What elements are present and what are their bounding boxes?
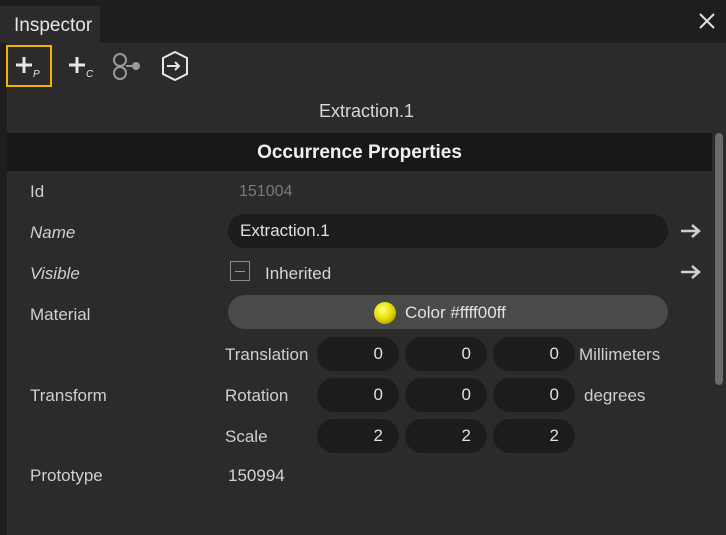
material-label: Material: [30, 305, 91, 324]
material-button[interactable]: Color #ffff00ff: [228, 295, 668, 329]
id-label: Id: [30, 182, 45, 201]
visible-checkbox[interactable]: [230, 261, 250, 281]
add-component-icon: C: [69, 57, 94, 80]
prototype-value: 150994: [228, 466, 285, 485]
translation-y-field[interactable]: 0: [405, 337, 487, 371]
name-field[interactable]: Extraction.1: [228, 214, 668, 248]
material-swatch-icon: [374, 302, 396, 324]
scale-y-field[interactable]: 2: [405, 419, 487, 453]
rotation-label: Rotation: [225, 386, 289, 405]
toolbar: P C: [6, 43, 726, 91]
name-arrow-icon[interactable]: [679, 221, 703, 241]
tab-inspector[interactable]: Inspector: [0, 6, 100, 43]
rotation-unit: degrees: [584, 386, 646, 405]
scrollbar[interactable]: [712, 131, 726, 535]
add-property-button[interactable]: P: [6, 45, 52, 87]
close-icon[interactable]: [694, 8, 720, 34]
inspector-panel: P C Extraction.1 Occurrence Properties I…: [6, 43, 726, 535]
enter-prototype-button[interactable]: [152, 45, 198, 87]
visible-arrow-icon[interactable]: [679, 262, 703, 282]
translation-z-field[interactable]: 0: [493, 337, 575, 371]
rotation-y-field[interactable]: 0: [405, 378, 487, 412]
name-label: Name: [30, 223, 76, 242]
prototype-label: Prototype: [30, 466, 103, 485]
section-header: Occurrence Properties: [7, 133, 712, 171]
add-component-button[interactable]: C: [54, 45, 100, 87]
translation-x-field[interactable]: 0: [317, 337, 399, 371]
add-property-icon: P: [16, 57, 40, 80]
scrollbar-thumb[interactable]: [715, 133, 723, 385]
translation-label: Translation: [225, 345, 309, 364]
instance-link-icon: [113, 53, 140, 80]
material-value: Color #ffff00ff: [405, 303, 506, 322]
visible-label: Visible: [30, 264, 80, 283]
id-value: 151004: [239, 183, 293, 200]
rotation-x-field[interactable]: 0: [317, 378, 399, 412]
instance-link-button[interactable]: [104, 45, 150, 87]
scale-label: Scale: [225, 427, 268, 446]
object-name: Extraction.1: [318, 101, 415, 121]
svg-text:P: P: [33, 69, 40, 80]
transform-label: Transform: [30, 386, 107, 405]
translation-unit: Millimeters: [579, 345, 661, 364]
enter-prototype-icon: [162, 50, 188, 82]
scale-x-field[interactable]: 2: [317, 419, 399, 453]
visible-value: Inherited: [265, 264, 332, 283]
tab-bar: Inspector: [0, 0, 726, 43]
rotation-z-field[interactable]: 0: [493, 378, 575, 412]
svg-text:C: C: [86, 69, 94, 80]
scale-z-field[interactable]: 2: [493, 419, 575, 453]
